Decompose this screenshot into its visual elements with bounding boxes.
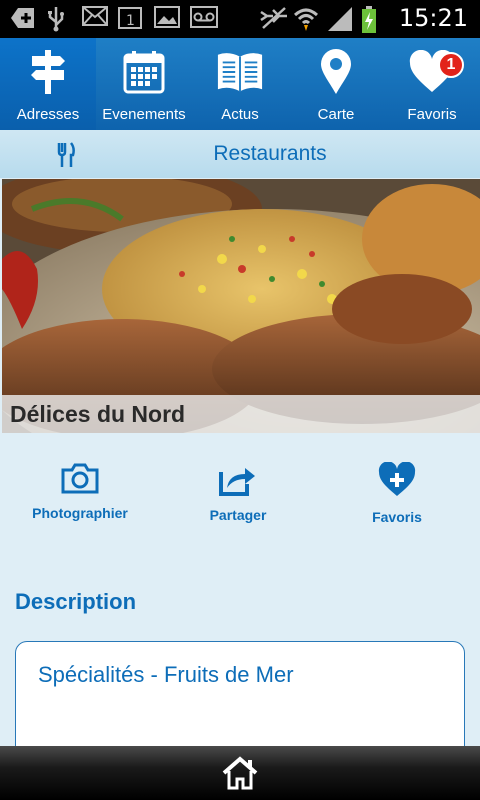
nav-label: Adresses [16, 106, 80, 123]
top-nav: Adresses Evenements Actus Carte 1 Favori… [0, 38, 480, 130]
heart-plus-icon [377, 461, 417, 503]
bottom-bar [0, 746, 480, 800]
favorite-label: Favoris [372, 509, 422, 525]
battery-icon [361, 6, 385, 33]
calendar-icon [120, 48, 168, 96]
share-icon [219, 462, 257, 501]
calendar-icon: 1 [118, 6, 142, 30]
status-bar: 1 15:21 [0, 0, 480, 38]
voicemail-icon [190, 6, 218, 30]
share-label: Partager [209, 507, 267, 523]
category-bar: Restaurants [0, 130, 480, 178]
nav-item-actus[interactable]: Actus [192, 38, 288, 130]
gallery-icon [154, 6, 180, 30]
action-bar: Photographier Partager Favoris [0, 461, 480, 532]
description-heading: Description [15, 589, 137, 614]
venue-name-caption: Délices du Nord [2, 395, 480, 433]
share-button[interactable]: Partager [196, 462, 280, 523]
nav-label: Evenements [102, 106, 186, 123]
home-icon[interactable] [220, 753, 260, 793]
fork-knife-icon[interactable] [56, 142, 76, 168]
venue-photo: Délices du Nord [2, 179, 480, 433]
nav-item-favoris[interactable]: 1 Favoris [384, 38, 480, 130]
camera-icon [61, 462, 99, 499]
wifi-icon [293, 6, 318, 31]
nav-label: Actus [221, 106, 259, 123]
svg-text:1: 1 [126, 13, 135, 29]
clock: 15:21 [398, 4, 468, 32]
nav-item-adresses[interactable]: Adresses [0, 38, 96, 130]
add-icon [10, 6, 34, 30]
newspaper-icon [216, 48, 264, 96]
usb-icon [46, 6, 70, 32]
add-favorite-button[interactable]: Favoris [360, 461, 434, 525]
signpost-icon [24, 48, 72, 96]
signal-icon [327, 6, 352, 31]
description-text: Spécialités - Fruits de Mer [38, 662, 294, 687]
nav-label: Favoris [407, 106, 457, 123]
venue-name: Délices du Nord [10, 401, 186, 427]
nav-label: Carte [317, 106, 355, 123]
photograph-button[interactable]: Photographier [28, 462, 132, 521]
nav-item-carte[interactable]: Carte [288, 38, 384, 130]
photograph-label: Photographier [32, 505, 128, 521]
favorites-count-badge: 1 [438, 52, 464, 78]
mute-icon [259, 6, 287, 30]
map-pin-icon [312, 48, 360, 96]
nav-item-evenements[interactable]: Evenements [96, 38, 192, 130]
mail-icon [82, 6, 108, 30]
